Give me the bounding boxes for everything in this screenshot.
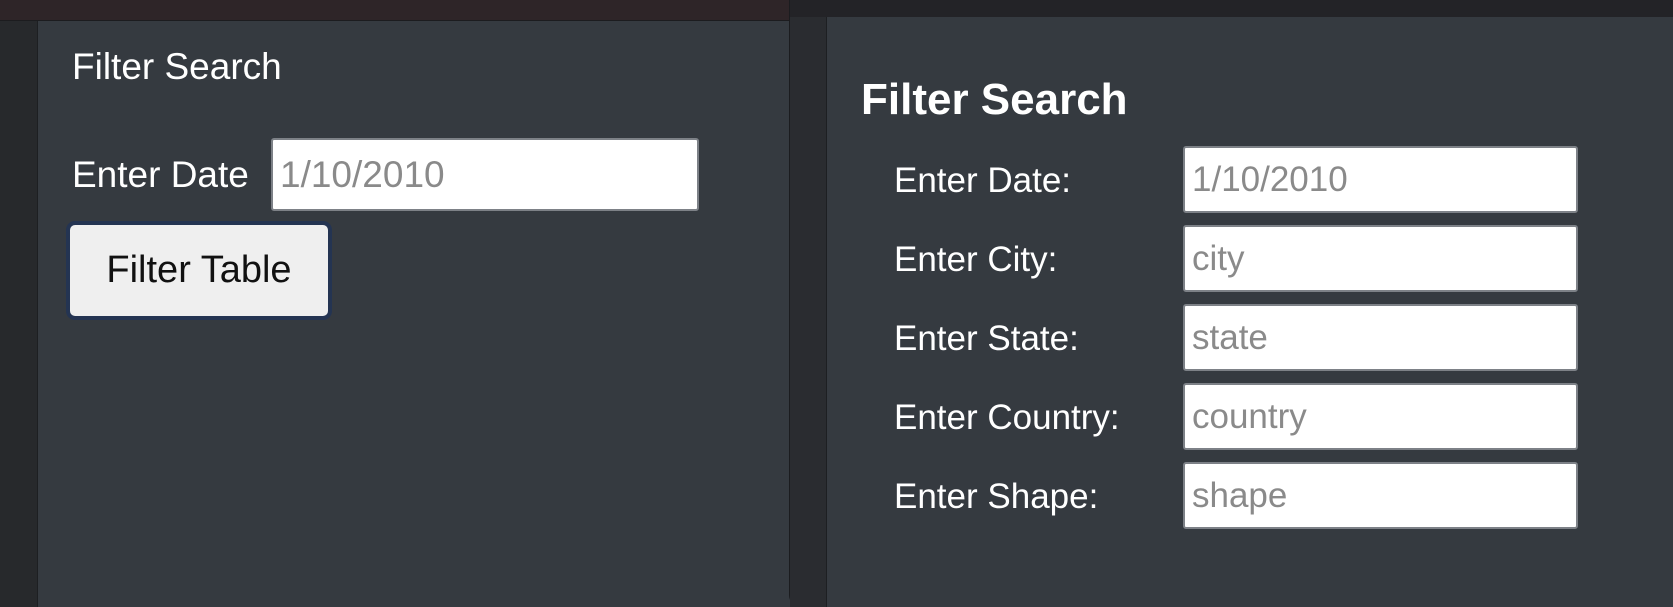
date-input-placeholder: 1/10/2010 [1192,159,1348,199]
left-date-label: Enter Date [72,154,249,195]
right-window-top-bar [790,0,1673,17]
right-panel-heading: Filter Search [861,75,1128,124]
left-window: Filter Search Enter Date 1/10/2010 Filte… [0,0,790,607]
right-filter-panel: Filter Search Enter Date: 1/10/2010 Ente… [827,17,1673,607]
left-window-gutter [0,21,38,607]
state-input[interactable]: state [1183,304,1578,371]
city-input[interactable]: city [1183,225,1578,292]
filter-table-button-label: Filter Table [106,249,292,291]
shape-input-placeholder: shape [1192,475,1288,515]
state-input-placeholder: state [1192,317,1268,357]
right-window-gutter [790,17,827,607]
left-date-placeholder: 1/10/2010 [280,153,445,195]
country-input[interactable]: country [1183,383,1578,450]
shape-input[interactable]: shape [1183,462,1578,529]
country-label: Enter Country: [894,398,1120,437]
city-label: Enter City: [894,240,1058,279]
state-label: Enter State: [894,319,1079,358]
left-panel-heading: Filter Search [72,46,282,87]
shape-label: Enter Shape: [894,477,1099,516]
filter-table-button[interactable]: Filter Table [66,221,332,320]
left-filter-panel: Filter Search Enter Date 1/10/2010 Filte… [38,21,790,607]
date-input[interactable]: 1/10/2010 [1183,146,1578,213]
country-input-placeholder: country [1192,396,1307,436]
left-date-input[interactable]: 1/10/2010 [271,138,699,211]
right-window: Filter Search Enter Date: 1/10/2010 Ente… [789,0,1673,607]
city-input-placeholder: city [1192,238,1245,278]
left-window-top-bar [0,0,790,21]
city-date-label: Enter Date: [894,161,1072,200]
